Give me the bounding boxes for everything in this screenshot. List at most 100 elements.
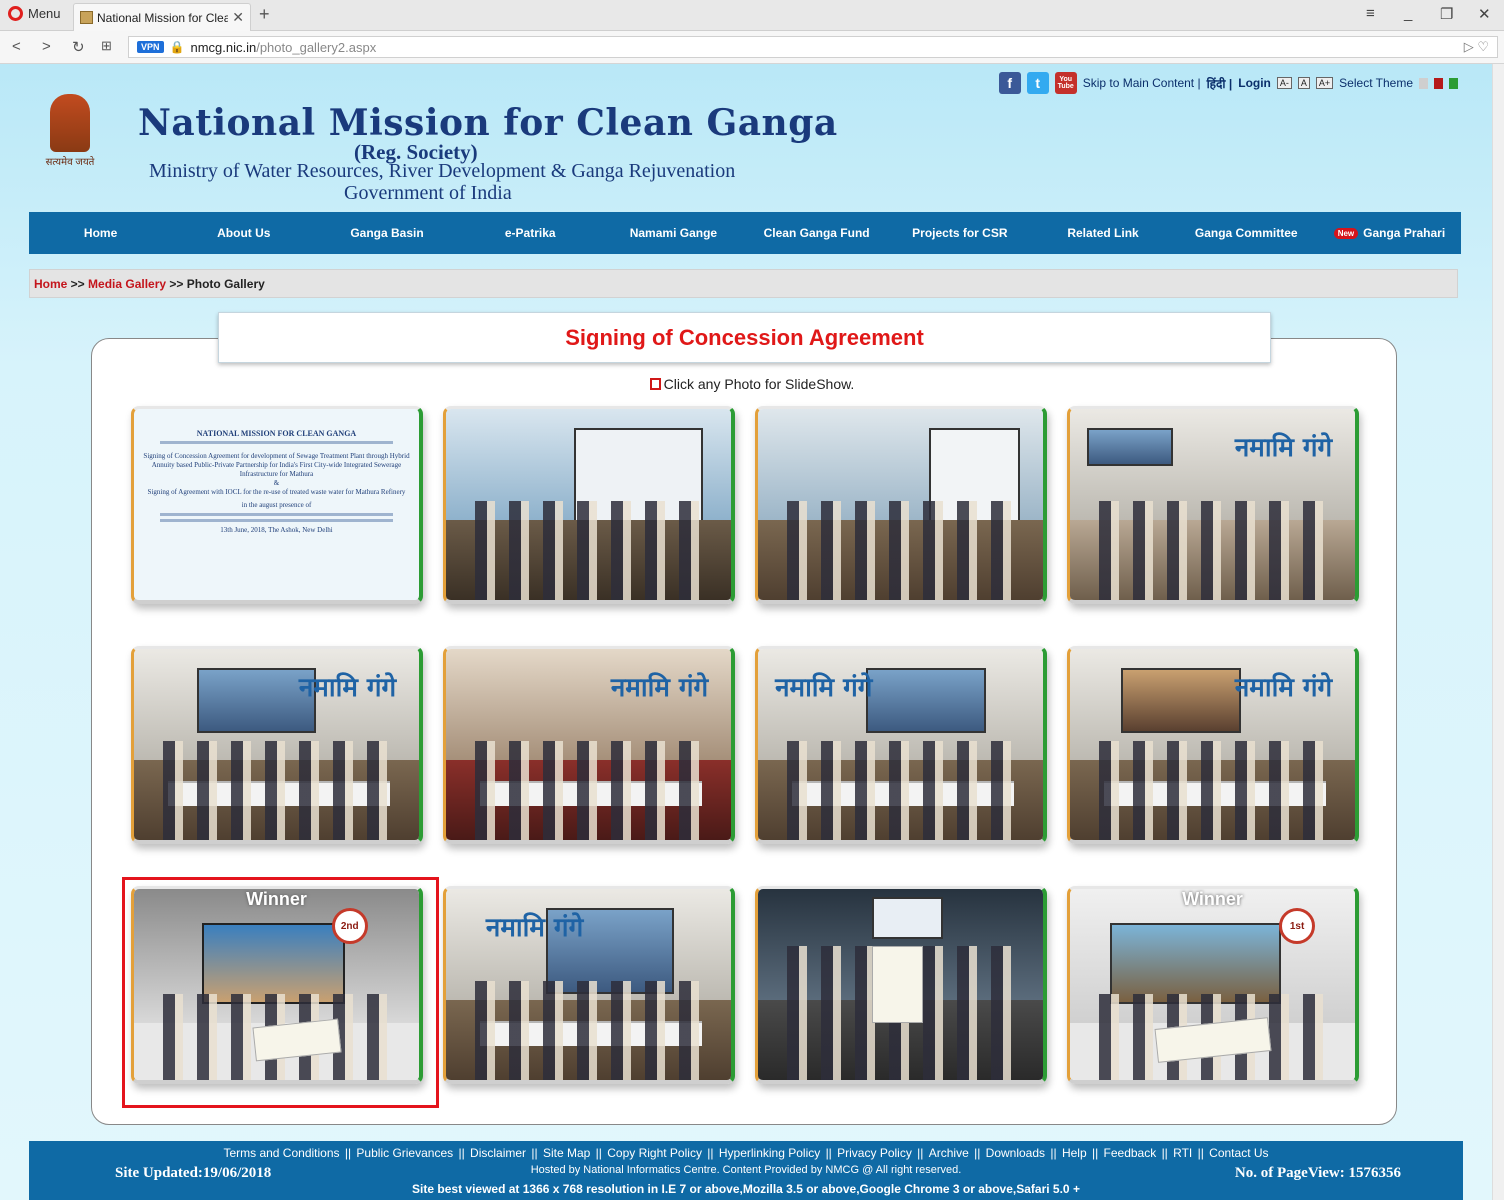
- footer-link-feedback[interactable]: Feedback: [1104, 1146, 1157, 1160]
- bookmark-heart-icon[interactable]: ▷ ♡: [1464, 39, 1489, 55]
- back-icon[interactable]: <: [12, 38, 21, 55]
- gallery-photo-3[interactable]: [755, 406, 1047, 604]
- slideshow-icon: [649, 378, 661, 390]
- font-increase-button[interactable]: A+: [1315, 77, 1334, 89]
- invitation-card: NATIONAL MISSION FOR CLEAN GANGA Signing…: [142, 417, 411, 592]
- namami-gange-logo: नमामि गंगे: [298, 673, 397, 704]
- nav-related-link[interactable]: Related Link: [1031, 226, 1174, 240]
- page-scrollbar[interactable]: [1492, 64, 1504, 1200]
- footer-link-downloads[interactable]: Downloads: [986, 1146, 1045, 1160]
- namami-gange-logo: नमामि गंगे: [1234, 673, 1333, 704]
- footer-link-hyperlinking[interactable]: Hyperlinking Policy: [719, 1146, 820, 1160]
- menu-label: Menu: [28, 6, 61, 21]
- gallery-photo-7[interactable]: नमामि गंगे: [755, 646, 1047, 844]
- vpn-badge[interactable]: VPN: [137, 41, 164, 53]
- address-bar: < > ↻ ⊞ VPN 🔒 nmcg.nic.in/photo_gallery2…: [0, 31, 1504, 64]
- browser-menu-button[interactable]: Menu: [8, 6, 61, 21]
- invitation-line-2: Signing of Agreement with IOCL for the r…: [147, 488, 406, 496]
- nav-ganga-basin[interactable]: Ganga Basin: [315, 226, 458, 240]
- url-host: nmcg.nic.in: [190, 39, 257, 55]
- footer-link-help[interactable]: Help: [1062, 1146, 1087, 1160]
- site-title: National Mission for Clean Ganga: [138, 102, 838, 144]
- gallery-photo-2[interactable]: [443, 406, 735, 604]
- ministry-name: Ministry of Water Resources, River Devel…: [149, 160, 736, 182]
- footer-link-grievances[interactable]: Public Grievances: [356, 1146, 453, 1160]
- footer-link-contact[interactable]: Contact Us: [1209, 1146, 1268, 1160]
- gallery-photo-10[interactable]: नमामि गंगे: [443, 886, 735, 1084]
- nav-e-patrika[interactable]: e-Patrika: [459, 226, 602, 240]
- footer-link-disclaimer[interactable]: Disclaimer: [470, 1146, 526, 1160]
- new-tab-icon[interactable]: +: [259, 4, 270, 25]
- hindi-link[interactable]: हिंदी |: [1207, 75, 1233, 92]
- footer-link-privacy[interactable]: Privacy Policy: [837, 1146, 912, 1160]
- forward-icon[interactable]: >: [42, 38, 51, 55]
- opera-logo-icon: [8, 6, 23, 21]
- namami-gange-logo: नमामि गंगे: [775, 673, 873, 704]
- nav-namami-gange[interactable]: Namami Gange: [602, 226, 745, 240]
- invitation-org: NATIONAL MISSION FOR CLEAN GANGA: [196, 429, 357, 438]
- nav-home[interactable]: Home: [29, 226, 172, 240]
- agreement-board: [872, 946, 924, 1023]
- tab-menu-icon[interactable]: ≡: [1366, 5, 1375, 22]
- theme-green-swatch[interactable]: [1449, 77, 1458, 89]
- namami-gange-logo: नमामि गंगे: [610, 673, 709, 704]
- nav-about-us[interactable]: About Us: [172, 226, 315, 240]
- footer-link-copyright[interactable]: Copy Right Policy: [607, 1146, 702, 1160]
- font-normal-button[interactable]: A: [1297, 77, 1310, 89]
- invitation-date: 13th June, 2018, The Ashok, New Delhi: [220, 526, 333, 534]
- gallery-photo-5[interactable]: नमामि गंगे: [131, 646, 423, 844]
- browser-tab[interactable]: National Mission for Clean ✕: [73, 3, 251, 31]
- page-view-counter: No. of PageView: 1576356: [1234, 1165, 1401, 1181]
- gallery-photo-11[interactable]: [755, 886, 1047, 1084]
- footer-link-terms[interactable]: Terms and Conditions: [223, 1146, 339, 1160]
- maximize-icon[interactable]: ❐: [1440, 5, 1453, 23]
- url-path: /photo_gallery2.aspx: [256, 39, 377, 55]
- facebook-icon[interactable]: f: [998, 72, 1021, 94]
- nav-projects-for-csr[interactable]: Projects for CSR: [888, 226, 1031, 240]
- gallery-photo-4[interactable]: नमामि गंगे: [1067, 406, 1359, 604]
- close-tab-icon[interactable]: ✕: [232, 9, 244, 26]
- nav-ganga-prahari[interactable]: New Ganga Prahari: [1318, 226, 1461, 240]
- url-field[interactable]: VPN 🔒 nmcg.nic.in/photo_gallery2.aspx ▷ …: [128, 36, 1498, 58]
- gallery-photo-8[interactable]: नमामि गंगे: [1067, 646, 1359, 844]
- favicon-icon: [80, 11, 93, 24]
- breadcrumb-media-gallery[interactable]: Media Gallery: [88, 277, 166, 291]
- gallery-photo-12[interactable]: Winner 1st: [1067, 886, 1359, 1084]
- theme-gray-swatch[interactable]: [1419, 77, 1428, 89]
- font-decrease-button[interactable]: A-: [1276, 77, 1292, 89]
- youtube-icon[interactable]: You Tube: [1054, 72, 1077, 94]
- select-theme-label: Select Theme: [1339, 76, 1413, 90]
- footer-link-sitemap[interactable]: Site Map: [543, 1146, 590, 1160]
- browser-tab-bar: Menu National Mission for Clean ✕ + ≡ _ …: [0, 0, 1504, 31]
- footer: Terms and Conditions || Public Grievance…: [29, 1141, 1463, 1200]
- skip-to-main-link[interactable]: Skip to Main Content |: [1083, 76, 1201, 90]
- invitation-presence: in the august presence of: [241, 501, 312, 509]
- national-emblem: सत्यमेव जयते: [40, 94, 100, 174]
- nav-clean-ganga-fund[interactable]: Clean Ganga Fund: [745, 226, 888, 240]
- best-viewed-note: Site best viewed at 1366 x 768 resolutio…: [412, 1182, 1080, 1196]
- twitter-icon[interactable]: t: [1026, 72, 1049, 94]
- login-link[interactable]: Login: [1238, 76, 1271, 90]
- breadcrumb-separator: >>: [166, 277, 187, 291]
- selected-photo-highlight: [122, 877, 439, 1108]
- footer-link-archive[interactable]: Archive: [929, 1146, 969, 1160]
- first-prize-badge: 1st: [1279, 908, 1316, 945]
- speed-dial-icon[interactable]: ⊞: [101, 38, 112, 54]
- new-badge: New: [1333, 227, 1359, 239]
- gallery-photo-1[interactable]: NATIONAL MISSION FOR CLEAN GANGA Signing…: [131, 406, 423, 604]
- minimize-icon[interactable]: _: [1404, 5, 1412, 22]
- lock-icon[interactable]: 🔒: [170, 40, 185, 54]
- footer-link-rti[interactable]: RTI: [1173, 1146, 1192, 1160]
- tab-title: National Mission for Clean: [97, 10, 229, 25]
- theme-red-swatch[interactable]: [1434, 77, 1443, 89]
- nav-ganga-committee[interactable]: Ganga Committee: [1175, 226, 1318, 240]
- breadcrumb-current: Photo Gallery: [186, 277, 265, 291]
- invitation-amp: &: [273, 479, 280, 487]
- reload-icon[interactable]: ↻: [72, 38, 85, 56]
- invitation-line-1: Signing of Concession Agreement for deve…: [143, 452, 410, 478]
- close-window-icon[interactable]: ✕: [1478, 5, 1491, 23]
- gallery-title: Signing of Concession Agreement: [218, 312, 1271, 363]
- nav-ganga-prahari-label: Ganga Prahari: [1363, 226, 1446, 240]
- gallery-photo-6[interactable]: नमामि गंगे: [443, 646, 735, 844]
- breadcrumb-home[interactable]: Home: [34, 277, 67, 291]
